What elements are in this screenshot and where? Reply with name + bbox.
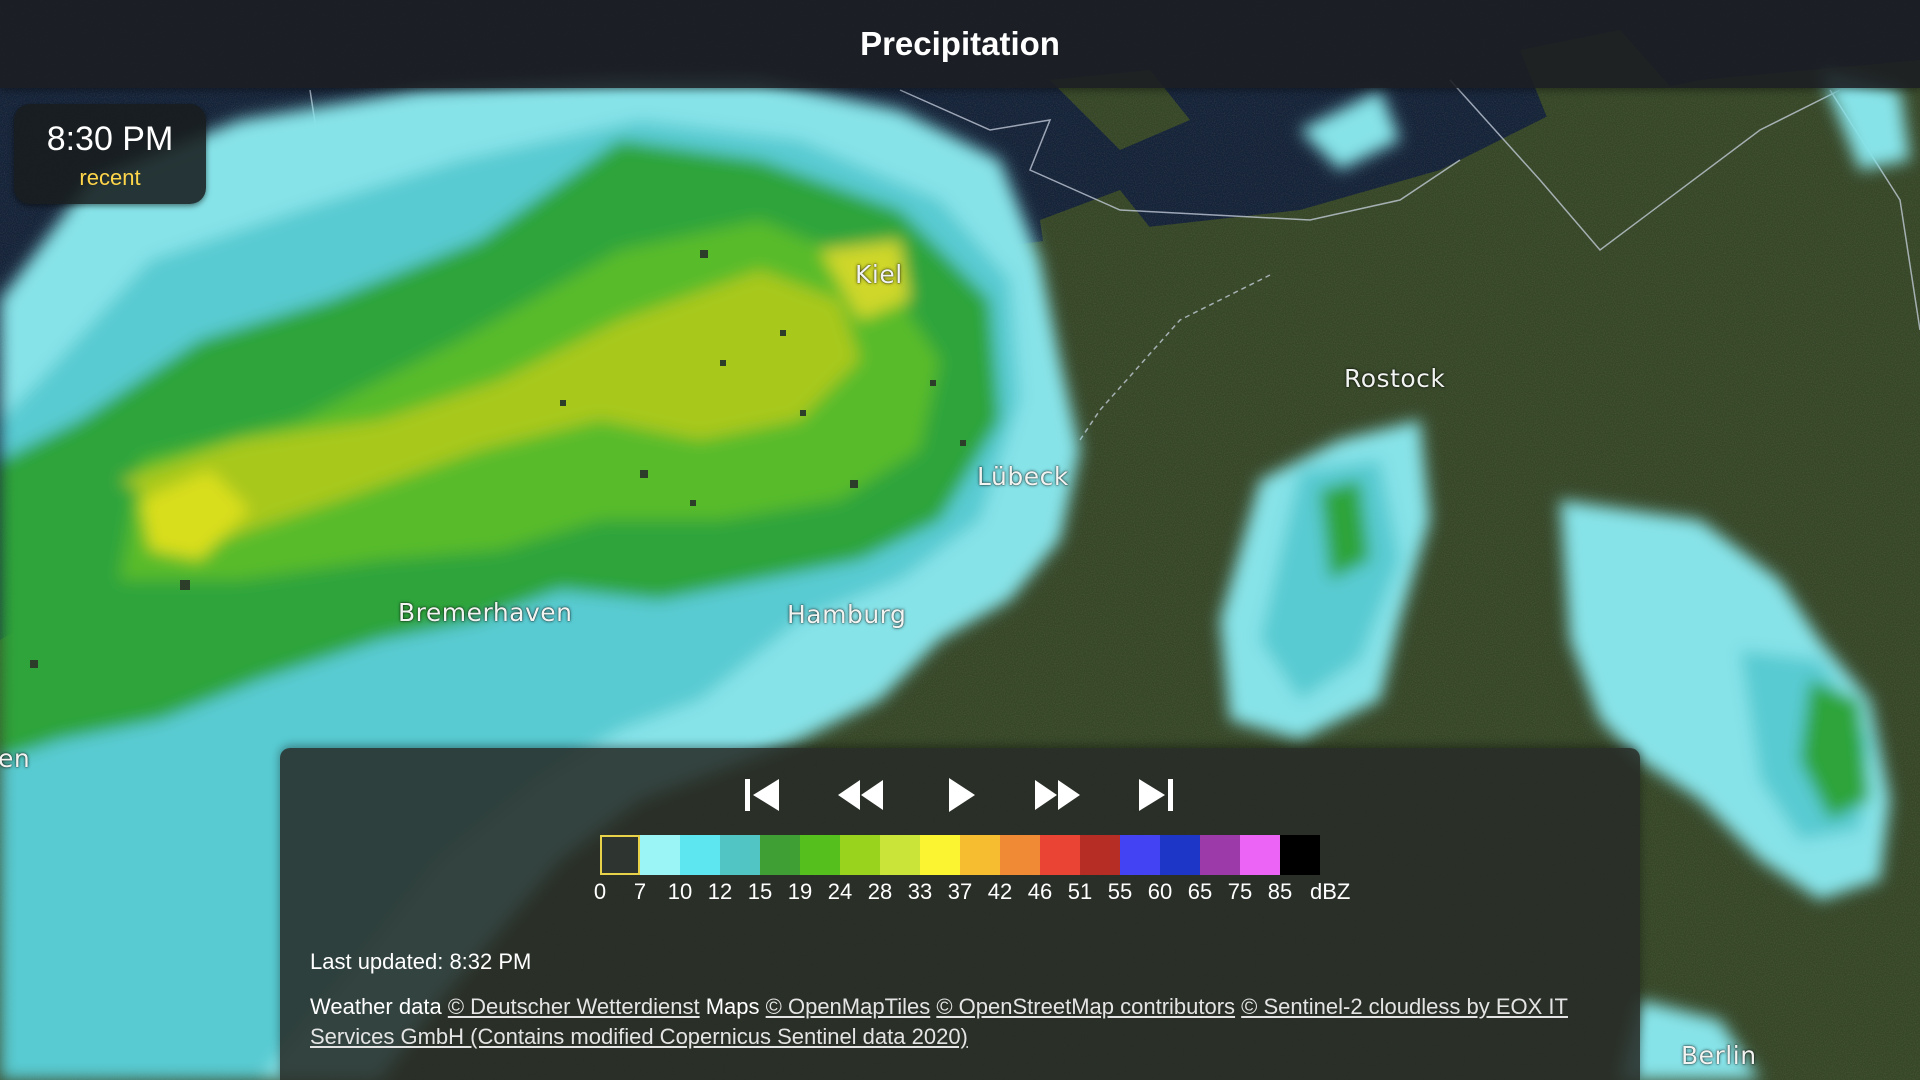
current-frame-time: 8:30 PM [46, 120, 174, 158]
legend-swatch [1120, 835, 1160, 875]
playback-panel: dBZ 0 7 10 12 15 19 24 28 33 37 42 46 51 55 60 65 75 85 L… [280, 748, 1640, 1080]
legend-swatch [600, 835, 640, 875]
legend-swatch [1280, 835, 1320, 875]
legend-swatch [840, 835, 880, 875]
last-updated-text: Last updated: 8:32 PM [310, 949, 532, 974]
legend-tick-label: 24 [827, 879, 853, 904]
rewind-button[interactable] [830, 770, 890, 820]
city-label-rostock: Rostock [1344, 364, 1446, 393]
header-bar: Precipitation [0, 0, 1920, 88]
legend-swatch [800, 835, 840, 875]
city-label-hamburg: Hamburg [787, 600, 907, 629]
openstreetmap-link[interactable]: © OpenStreetMap contributors [936, 994, 1235, 1019]
legend-swatch [1080, 835, 1120, 875]
legend-tick-label: 37 [947, 879, 973, 904]
skip-to-end-icon [1139, 779, 1173, 811]
city-label-luebeck: Lübeck [977, 462, 1069, 491]
city-label-berlin: Berlin [1681, 1041, 1757, 1070]
weather-data-label: Weather data [310, 994, 442, 1019]
time-indicator: 8:30 PM recent [14, 104, 206, 204]
city-label-kiel: Kiel [855, 260, 903, 289]
legend-tick-label: 46 [1027, 879, 1053, 904]
legend-tick-label: 19 [787, 879, 813, 904]
legend-swatch [640, 835, 680, 875]
playback-controls [280, 770, 1640, 820]
city-label-partial: en [0, 744, 31, 773]
legend-tick-label: 65 [1187, 879, 1213, 904]
legend-tick-label: 12 [707, 879, 733, 904]
legend-swatch [1160, 835, 1200, 875]
play-icon [949, 778, 975, 812]
legend-tick-label: 55 [1107, 879, 1133, 904]
legend-swatch [1040, 835, 1080, 875]
maps-label: Maps [705, 994, 760, 1019]
legend-swatch [720, 835, 760, 875]
legend-swatch [1200, 835, 1240, 875]
legend-tick-label: 15 [747, 879, 773, 904]
legend-tick-label: 60 [1147, 879, 1173, 904]
legend-tick-label: 51 [1067, 879, 1093, 904]
skip-to-start-icon [745, 779, 779, 811]
attribution: Weather data © Deutscher Wetterdienst Ma… [310, 992, 1610, 1052]
legend-tick-label: 7 [633, 879, 647, 904]
city-label-bremerhaven: Bremerhaven [398, 598, 573, 627]
legend-tick-label: 42 [987, 879, 1013, 904]
openmaptiles-link[interactable]: © OpenMapTiles [766, 994, 931, 1019]
dwd-link[interactable]: © Deutscher Wetterdienst [448, 994, 700, 1019]
page-title: Precipitation [860, 25, 1060, 62]
legend-swatch [920, 835, 960, 875]
legend-swatch [1000, 835, 1040, 875]
skip-to-start-button[interactable] [732, 770, 792, 820]
fast-forward-button[interactable] [1028, 770, 1088, 820]
fast-forward-icon [1035, 780, 1080, 810]
legend-swatch [1240, 835, 1280, 875]
legend-tick-label: 10 [667, 879, 693, 904]
play-button[interactable] [930, 770, 990, 820]
rewind-icon [838, 780, 883, 810]
legend-tick-label: 28 [867, 879, 893, 904]
frame-status-label: recent [79, 165, 141, 190]
legend-swatch [880, 835, 920, 875]
skip-to-end-button[interactable] [1126, 770, 1186, 820]
legend-swatch [680, 835, 720, 875]
legend-swatch [960, 835, 1000, 875]
legend-swatch [760, 835, 800, 875]
legend-unit: dBZ [1310, 879, 1351, 904]
legend-tick-label: 85 [1267, 879, 1293, 904]
legend-tick-label: 33 [907, 879, 933, 904]
legend-tick-label: 0 [593, 879, 607, 904]
legend-tick-label: 75 [1227, 879, 1253, 904]
